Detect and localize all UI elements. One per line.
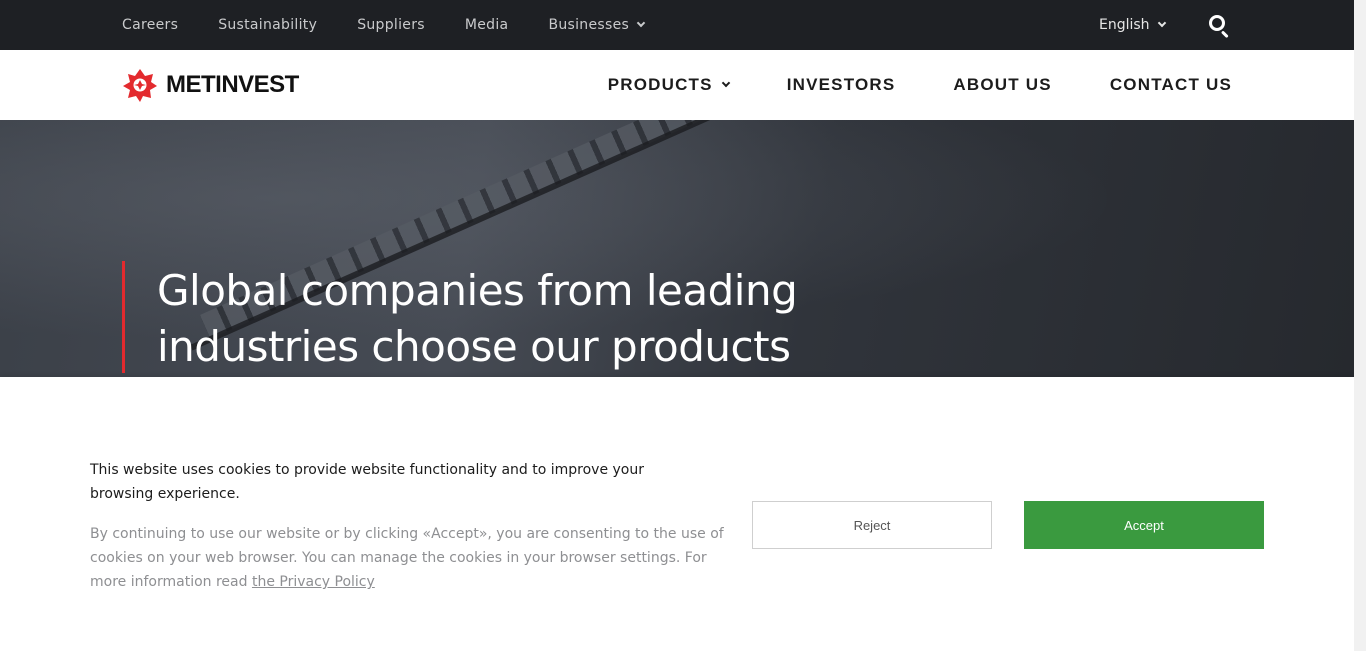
nav-products[interactable]: PRODUCTS — [607, 75, 730, 95]
top-utility-bar: Careers Sustainability Suppliers Media B… — [0, 0, 1354, 50]
chevron-down-icon — [1157, 18, 1166, 28]
sustainability-link[interactable]: Sustainability — [218, 17, 317, 33]
nav-investors[interactable]: INVESTORS — [787, 75, 896, 95]
businesses-dropdown[interactable]: Businesses — [548, 17, 646, 33]
cookie-description: By continuing to use our website or by c… — [90, 522, 730, 594]
chevron-down-icon — [636, 18, 646, 28]
hero-headline: Global companies from leading industries… — [157, 266, 798, 371]
language-label: English — [1099, 17, 1150, 33]
main-nav: PRODUCTS INVESTORS ABOUT US CONTACT US — [608, 50, 1232, 120]
nav-about-us[interactable]: ABOUT US — [953, 75, 1051, 95]
logo-wordmark: METINVEST — [166, 71, 299, 98]
cookie-title: This website uses cookies to provide web… — [90, 462, 644, 502]
accept-button[interactable]: Accept — [1024, 501, 1264, 549]
language-selector[interactable]: English — [1099, 0, 1166, 50]
main-header: METINVEST PRODUCTS INVESTORS ABOUT US CO… — [0, 50, 1354, 120]
logo[interactable]: METINVEST — [122, 67, 299, 103]
chevron-down-icon — [721, 78, 730, 88]
cookie-consent-banner: This website uses cookies to provide web… — [0, 377, 1354, 651]
hero-banner: Global companies from leading industries… — [0, 120, 1354, 380]
nav-contact-us[interactable]: CONTACT US — [1110, 75, 1232, 95]
media-link[interactable]: Media — [465, 17, 509, 33]
hero-accent-bar — [122, 261, 125, 373]
metinvest-logo-icon — [123, 69, 157, 102]
nav-products-label: PRODUCTS — [607, 75, 713, 94]
page-scrollbar[interactable] — [1354, 0, 1366, 651]
reject-button[interactable]: Reject — [752, 501, 992, 549]
businesses-label: Businesses — [548, 17, 630, 33]
suppliers-link[interactable]: Suppliers — [357, 17, 425, 33]
cookie-description-text: By continuing to use our website or by c… — [90, 526, 724, 590]
privacy-policy-link[interactable]: the Privacy Policy — [252, 574, 375, 590]
utility-nav: Careers Sustainability Suppliers Media B… — [122, 0, 684, 50]
search-icon[interactable] — [1209, 15, 1231, 39]
careers-link[interactable]: Careers — [122, 17, 178, 33]
